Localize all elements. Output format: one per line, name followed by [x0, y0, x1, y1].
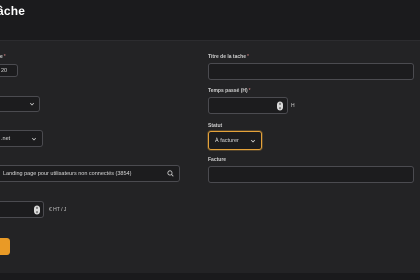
temps-input[interactable] — [208, 97, 288, 114]
temps-label: Temps passé (H)* — [208, 88, 251, 94]
search-task-value: Landing page pour utilisateurs non conne… — [3, 170, 132, 177]
search-task-input[interactable]: Landing page pour utilisateurs non conne… — [0, 165, 180, 182]
page-title: âche — [0, 4, 26, 18]
chevron-down-icon — [29, 102, 35, 106]
rate-unit: € HT / J — [49, 207, 67, 213]
left-field1-input[interactable]: 20 — [0, 64, 18, 77]
facture-input[interactable] — [208, 166, 414, 183]
left-select-2[interactable]: .net — [0, 130, 43, 147]
page-header: âche — [0, 0, 420, 40]
left-select-1[interactable] — [0, 96, 40, 112]
facture-label: Facture — [208, 157, 227, 163]
statut-label: Statut — [208, 123, 223, 129]
titre-label: Titre de la tache* — [208, 54, 249, 60]
temps-unit: H — [291, 103, 295, 109]
statut-value: À facturer — [215, 137, 239, 144]
footer-bar — [0, 273, 420, 280]
chevron-down-icon — [31, 137, 37, 140]
spinner-arrows-icon[interactable] — [277, 101, 283, 110]
chevron-down-icon — [250, 139, 256, 142]
titre-input[interactable] — [208, 63, 414, 80]
left-select-2-value: .net — [1, 135, 11, 142]
submit-button[interactable] — [0, 238, 10, 255]
spinner-arrows-icon[interactable] — [34, 205, 40, 214]
statut-select[interactable]: À facturer — [208, 131, 262, 150]
search-icon[interactable] — [167, 170, 174, 177]
left-field1-label: e* — [0, 54, 6, 60]
rate-input[interactable] — [0, 201, 44, 218]
left-field1-value: 20 — [1, 67, 8, 74]
